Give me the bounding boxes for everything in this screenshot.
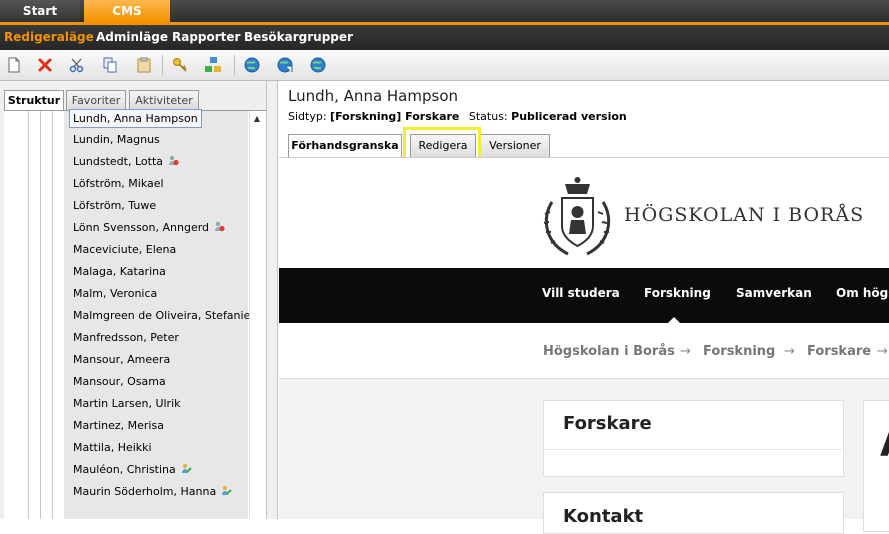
- card-forskare: [543, 400, 844, 477]
- structure-icon[interactable]: [204, 56, 222, 74]
- tab-preview[interactable]: Förhandsgranska: [288, 134, 402, 158]
- tree-item[interactable]: Malm, Veronica: [73, 285, 157, 303]
- tree-item-label: Manfredsson, Peter: [73, 331, 179, 344]
- breadcrumb-arrow-icon: →: [680, 344, 691, 359]
- panel-splitter[interactable]: [266, 81, 278, 519]
- tree-item-label: Mauléon, Christina: [73, 463, 176, 476]
- copy-icon[interactable]: [101, 56, 119, 74]
- tree-item[interactable]: Lönn Svensson, Anngerd: [73, 219, 225, 237]
- tree-item[interactable]: Mauléon, Christina: [73, 461, 192, 479]
- card-forskare-title: Forskare: [563, 413, 652, 434]
- page-type-value: [Forskning] Forskare: [330, 110, 460, 123]
- breadcrumb-arrow-icon: →: [877, 344, 888, 359]
- tab-structure[interactable]: Struktur: [4, 90, 64, 111]
- tree-item[interactable]: Lundh, Anna Hampson: [69, 109, 202, 128]
- person-edit-icon: [181, 463, 192, 473]
- tree-item[interactable]: Manfredsson, Peter: [73, 329, 179, 347]
- tree-item[interactable]: Martin Larsen, Ulrik: [73, 395, 181, 413]
- tree-item-label: Maurin Söderholm, Hanna: [73, 485, 217, 498]
- tree-item[interactable]: Maurin Söderholm, Hanna: [73, 483, 232, 501]
- tab-cms[interactable]: CMS: [84, 0, 170, 22]
- tree-item[interactable]: Mansour, Osama: [73, 373, 166, 391]
- person-edit-icon: [222, 485, 232, 495]
- tree-item[interactable]: Lundstedt, Lotta: [73, 153, 179, 171]
- toolbar-separator: [162, 55, 163, 75]
- tree-item-label: Lönn Svensson, Anngerd: [73, 221, 210, 234]
- tree-item[interactable]: Martinez, Merisa: [73, 417, 164, 435]
- site-name: HÖGSKOLAN I BORÅS: [624, 204, 865, 226]
- delete-icon[interactable]: [36, 56, 54, 74]
- tree-guide-line: [28, 111, 29, 519]
- tree-item-label: Maceviciute, Elena: [73, 243, 177, 256]
- tree-item[interactable]: Löfström, Tuwe: [73, 197, 156, 215]
- tree-item[interactable]: Lundin, Magnus: [73, 131, 160, 149]
- tree-item[interactable]: Löfström, Mikael: [73, 175, 164, 193]
- tree-item-label: Mansour, Osama: [73, 375, 166, 388]
- tree-item-label: Martinez, Merisa: [73, 419, 164, 432]
- toolbar-separator: [234, 55, 235, 75]
- globe-refresh-icon[interactable]: [276, 56, 294, 74]
- breadcrumb-arrow-icon: →: [784, 344, 795, 359]
- tree-item[interactable]: Maceviciute, Elena: [73, 241, 176, 259]
- card-main-heading: A: [880, 420, 889, 466]
- tab-versions[interactable]: Versioner: [480, 134, 550, 157]
- tree-item-label: Malmgreen de Oliveira, Stefanie: [73, 309, 251, 322]
- toolbar: [0, 50, 889, 81]
- breadcrumb-forskare[interactable]: Forskare: [807, 344, 871, 359]
- tree-item-label: Martin Larsen, Ulrik: [73, 397, 181, 410]
- tab-favorites[interactable]: Favoriter: [66, 90, 126, 110]
- new-page-icon[interactable]: [5, 56, 23, 74]
- nav-vill-studera[interactable]: Vill studera: [542, 286, 620, 300]
- tree-item-label: Löfström, Mikael: [73, 177, 164, 190]
- status-value: Publicerad version: [511, 110, 627, 123]
- tree-item-label: Malm, Veronica: [73, 287, 158, 300]
- nav-samverkan[interactable]: Samverkan: [736, 286, 812, 300]
- key-icon[interactable]: [171, 56, 189, 74]
- nav-om-hogskolan[interactable]: Om högs: [836, 286, 889, 300]
- page-meta: Sidtyp: [Forskning] Forskare Status: Pub…: [288, 110, 627, 123]
- tab-activities[interactable]: Aktiviteter: [129, 90, 199, 110]
- tree-item[interactable]: Malaga, Katarina: [73, 263, 166, 281]
- card-divider: [543, 449, 842, 450]
- tree-item-label: Lundin, Magnus: [73, 133, 160, 146]
- cut-icon[interactable]: [68, 56, 86, 74]
- nav-forskning[interactable]: Forskning: [644, 286, 711, 300]
- menu-admin-mode[interactable]: Adminläge: [96, 25, 168, 50]
- status-label: Status:: [468, 110, 508, 123]
- scroll-up-icon[interactable]: ▲: [249, 113, 265, 125]
- tree-item[interactable]: Mansour, Ameera: [73, 351, 170, 369]
- university-logo: [543, 177, 611, 256]
- menu-visitor-groups[interactable]: Besökargrupper: [244, 25, 353, 50]
- breadcrumb-forskning[interactable]: Forskning: [703, 344, 775, 359]
- tree-item-label: Lundstedt, Lotta: [73, 155, 163, 168]
- breadcrumb-home[interactable]: Högskolan i Borås: [543, 344, 675, 359]
- tree-guide-line: [40, 111, 41, 519]
- tree-scrollbar[interactable]: [249, 111, 266, 519]
- tree-item-label: Malaga, Katarina: [73, 265, 166, 278]
- card-kontakt-title: Kontakt: [563, 506, 644, 527]
- person-red-icon: [169, 155, 179, 166]
- tree-item[interactable]: Mattila, Heikki: [73, 439, 152, 457]
- person-red-icon: [215, 221, 225, 232]
- tree-item-label: Mattila, Heikki: [73, 441, 152, 454]
- menu-edit-mode[interactable]: Redigeraläge: [4, 25, 94, 50]
- tree-item-label: Lundh, Anna Hampson: [73, 112, 198, 125]
- paste-icon[interactable]: [135, 56, 153, 74]
- tree-item-label: Löfström, Tuwe: [73, 199, 157, 212]
- page-type-label: Sidtyp:: [288, 110, 327, 123]
- tree-guide-line: [52, 111, 53, 519]
- menu-reports[interactable]: Rapporter: [172, 25, 240, 50]
- tree-item-label: Mansour, Ameera: [73, 353, 171, 366]
- globe-icon[interactable]: [309, 56, 327, 74]
- page-title: Lundh, Anna Hampson: [288, 87, 459, 105]
- globe-back-icon[interactable]: [243, 56, 261, 74]
- tab-start[interactable]: Start: [0, 0, 80, 22]
- tree-item[interactable]: Malmgreen de Oliveira, Stefanie: [73, 307, 250, 325]
